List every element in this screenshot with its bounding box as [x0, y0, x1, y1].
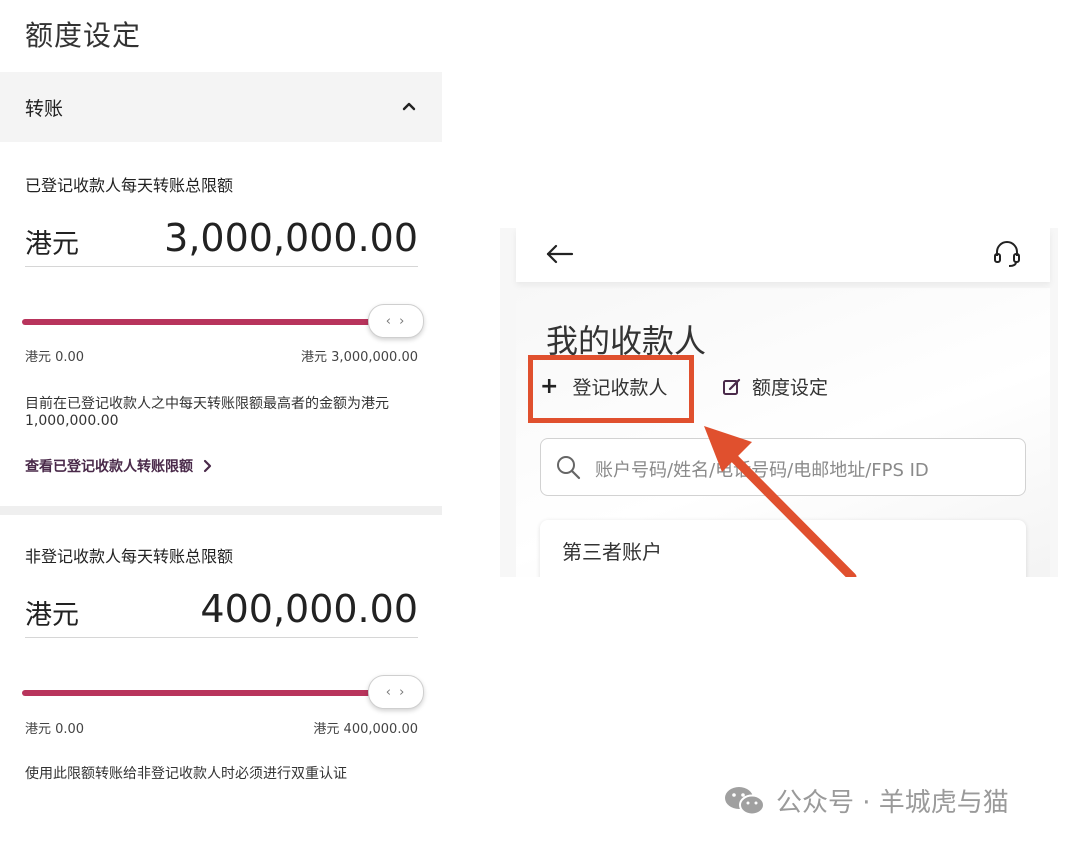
registered-range-max: 港元 3,000,000.00	[301, 350, 418, 365]
arrow-annotation-icon	[704, 426, 857, 577]
page-title: 额度设定	[25, 19, 142, 52]
currency-label: 港元	[25, 600, 79, 631]
unregistered-limit-slider-track[interactable]	[22, 690, 394, 696]
unregistered-limit-slider-thumb[interactable]: ‹ ›	[368, 675, 424, 709]
unregistered-limit-label: 非登记收款人每天转账总限额	[25, 547, 234, 566]
section-divider	[0, 506, 442, 515]
watermark: 公众号 · 羊城虎与猫	[722, 782, 1009, 819]
unregistered-range-min: 港元 0.00	[25, 722, 85, 737]
unregistered-limit-note: 使用此限额转账给非登记收款人时必须进行双重认证	[25, 766, 347, 782]
payee-app-screenshot: 我的收款人 + 登记收款人 额度设定 账户号码/姓名/电话号码/电邮地址/FPS…	[500, 228, 1058, 577]
view-registered-limits-label: 查看已登记收款人转账限额	[25, 459, 193, 475]
chevron-up-icon[interactable]	[398, 95, 420, 117]
registered-limit-note: 目前在已登记收款人之中每天转账限额最高者的金额为港元1,000,000.00	[25, 396, 389, 429]
unregistered-range-max: 港元 400,000.00	[313, 722, 418, 737]
accordion-title: 转账	[25, 98, 64, 120]
registered-limit-label: 已登记收款人每天转账总限额	[25, 176, 234, 195]
registered-range-min: 港元 0.00	[25, 350, 85, 365]
registered-limit-slider-thumb[interactable]: ‹ ›	[368, 304, 424, 338]
chevron-right-icon	[203, 459, 212, 473]
unregistered-amount-value: 400,000.00	[200, 587, 418, 631]
view-registered-limits-link[interactable]: 查看已登记收款人转账限额	[25, 456, 213, 476]
unregistered-amount-field[interactable]: 港元 400,000.00	[25, 585, 418, 638]
watermark-text: 公众号 · 羊城虎与猫	[776, 788, 1009, 818]
accordion-transfer[interactable]: 转账	[0, 72, 442, 142]
registered-limit-slider-track[interactable]	[22, 319, 394, 325]
registered-amount-field[interactable]: 港元 3,000,000.00	[25, 214, 418, 267]
currency-label: 港元	[25, 229, 79, 260]
wechat-icon	[725, 786, 765, 815]
registered-amount-value: 3,000,000.00	[164, 216, 418, 260]
